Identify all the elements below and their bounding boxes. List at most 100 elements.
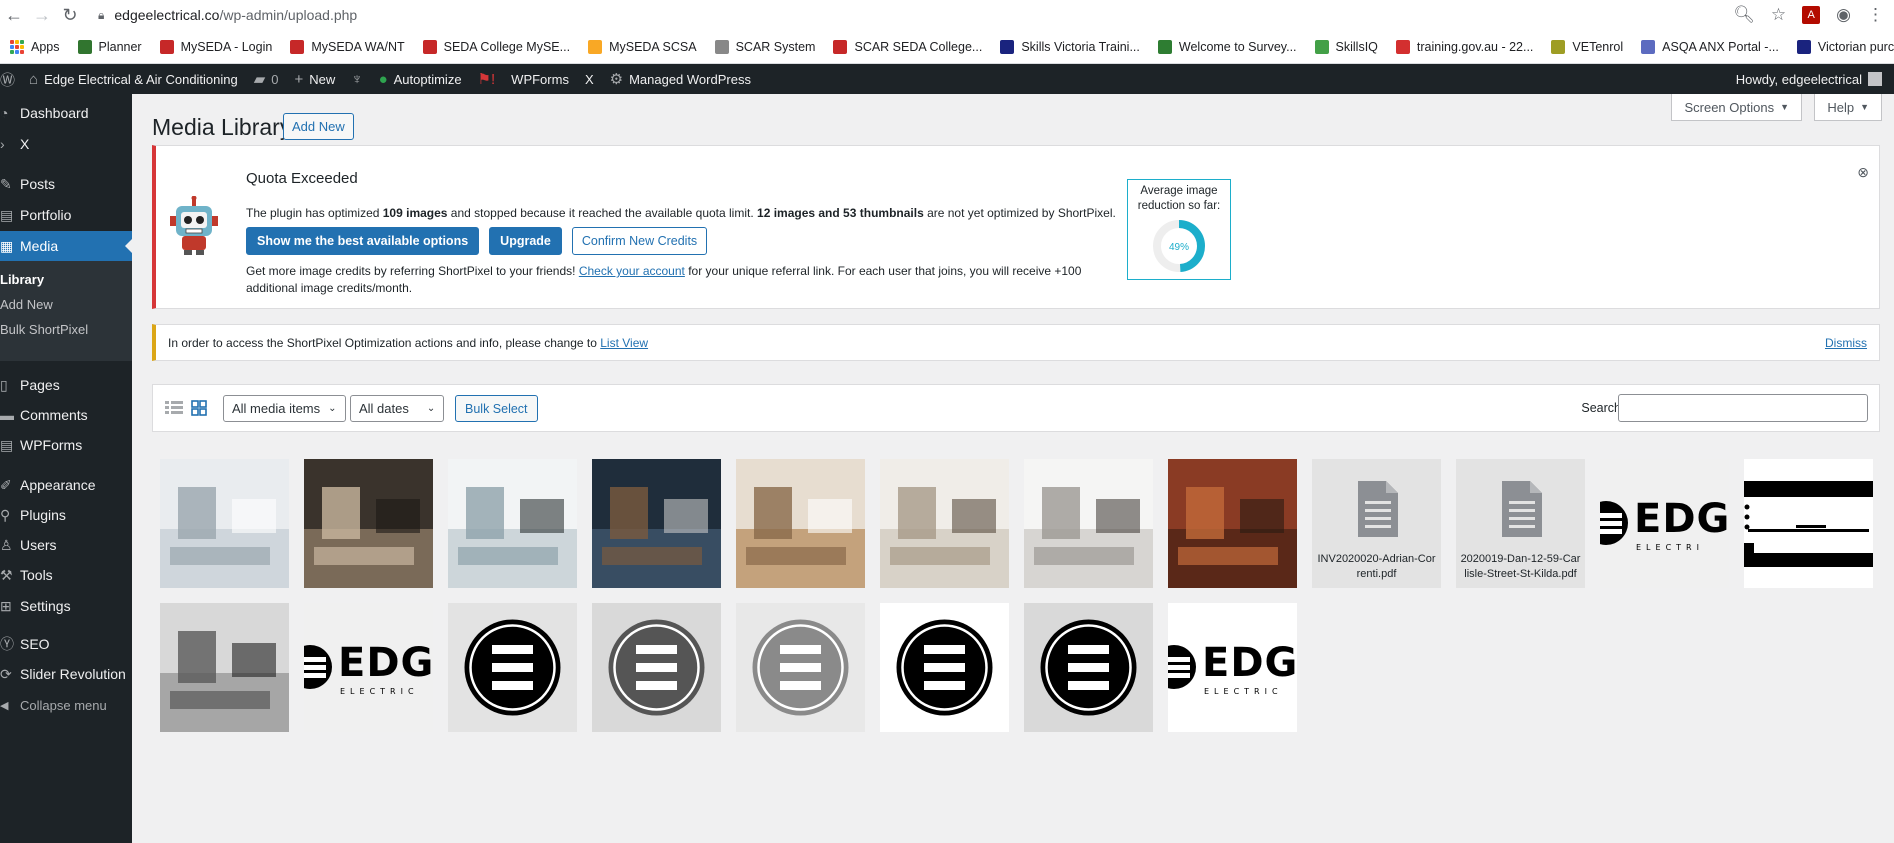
reload-icon[interactable]: ↻ xyxy=(56,1,84,29)
submenu-item-bulk-shortpixel[interactable]: Bulk ShortPixel xyxy=(0,317,132,342)
sidebar-item-slider-revolution[interactable]: ⟳ Slider Revolution xyxy=(0,659,132,689)
media-tile[interactable] xyxy=(304,459,433,588)
sidebar-item-comments[interactable]: ▬ Comments xyxy=(0,400,132,430)
media-tile[interactable]: EDG ELECTRI xyxy=(1600,459,1729,588)
bookmark-item[interactable]: Victorian purchasin... xyxy=(1796,39,1894,54)
favicon-icon xyxy=(1796,39,1811,54)
media-tile[interactable] xyxy=(880,459,1009,588)
bookmark-item[interactable]: Welcome to Survey... xyxy=(1157,39,1297,54)
sidebar-item-posts[interactable]: ✎ Posts xyxy=(0,169,132,199)
sidebar-item-appearance[interactable]: ✐ Appearance xyxy=(0,470,132,500)
date-filter[interactable]: All dates ⌄ xyxy=(350,395,445,422)
bookmark-item[interactable]: MySEDA - Login xyxy=(159,39,272,54)
collapse-menu-button[interactable]: ◀ Collapse menu xyxy=(0,690,132,720)
media-tile[interactable]: EDG ELECTRIC xyxy=(304,603,433,732)
sidebar-item-wpforms[interactable]: ▤ WPForms xyxy=(0,430,132,460)
yoast-icon[interactable]: ♆ xyxy=(343,64,370,94)
sidebar-item-media[interactable]: ▦ Media xyxy=(0,231,132,261)
autoptimize-link[interactable]: ● Autoptimize xyxy=(371,64,470,94)
photo-thumbnail xyxy=(1168,459,1297,588)
x-link[interactable]: X xyxy=(577,64,602,94)
address-bar[interactable]: edgeelectrical.co/wp-admin/upload.php xyxy=(114,7,357,23)
media-tile[interactable] xyxy=(1168,459,1297,588)
help-tab[interactable]: Help ▼ xyxy=(1814,94,1882,121)
shortpixel-alert-icon[interactable]: ⚑! xyxy=(470,64,504,94)
site-name-link[interactable]: ⌂ Edge Electrical & Air Conditioning xyxy=(21,64,246,94)
bookmark-item[interactable]: VETenrol xyxy=(1551,39,1623,54)
new-content-link[interactable]: + New xyxy=(287,64,344,94)
my-account[interactable]: Howdy, edgeelectrical xyxy=(1736,64,1882,94)
media-type-filter[interactable]: All media items ⌄ xyxy=(223,395,346,422)
bookmark-item[interactable]: MySEDA WA/NT xyxy=(290,39,405,54)
media-tile[interactable]: 2020019-Dan-12-59-Carlisle-Street-St-Kil… xyxy=(1456,459,1585,588)
managed-wordpress-link[interactable]: ⚙ Managed WordPress xyxy=(602,64,759,94)
sidebar-item-portfolio[interactable]: ▤ Portfolio xyxy=(0,200,132,230)
submenu-item-add-new[interactable]: Add New xyxy=(0,292,132,317)
media-tile[interactable] xyxy=(1024,603,1153,732)
sidebar-item-settings[interactable]: ⊞ Settings xyxy=(0,591,132,621)
sidebar-item-plugins[interactable]: ⚲ Plugins xyxy=(0,500,132,530)
sidebar-item-users[interactable]: ♙ Users xyxy=(0,530,132,560)
list-view-icon[interactable] xyxy=(165,400,183,416)
media-tile[interactable] xyxy=(592,459,721,588)
media-tile[interactable] xyxy=(448,459,577,588)
media-tile[interactable] xyxy=(160,459,289,588)
close-notice-icon[interactable]: ⊗ xyxy=(1857,164,1869,181)
screen-options-tab[interactable]: Screen Options ▼ xyxy=(1671,94,1802,121)
sidebar-item-dashboard[interactable]: ◔ Dashboard xyxy=(0,98,132,128)
wp-logo-icon[interactable]: Ⓦ xyxy=(0,64,21,94)
media-tile[interactable]: EDG ELECTRIC xyxy=(1168,603,1297,732)
bulk-select-button[interactable]: Bulk Select xyxy=(455,395,538,422)
lock-icon[interactable]: 🔒︎ xyxy=(98,8,104,23)
wpforms-link[interactable]: WPForms xyxy=(503,64,577,94)
quota-text-part: The plugin has optimized xyxy=(246,206,383,220)
media-tile[interactable] xyxy=(736,603,865,732)
media-tile[interactable] xyxy=(736,459,865,588)
media-tile[interactable] xyxy=(880,603,1009,732)
bookmark-label: training.gov.au - 22... xyxy=(1416,39,1534,54)
bookmark-item[interactable]: SCAR SEDA College... xyxy=(833,39,982,54)
sidebar-item-tools[interactable]: ⚒ Tools xyxy=(0,560,132,590)
media-tile[interactable] xyxy=(160,603,289,732)
bookmark-item[interactable]: MySEDA SCSA xyxy=(588,39,697,54)
forward-icon[interactable]: → xyxy=(28,1,56,29)
bookmark-star-icon[interactable]: ☆ xyxy=(1771,5,1786,25)
media-tile[interactable] xyxy=(1024,459,1153,588)
grid-view-icon[interactable] xyxy=(191,400,207,416)
dismiss-link[interactable]: Dismiss xyxy=(1825,336,1867,350)
bookmark-item[interactable]: Planner xyxy=(77,39,142,54)
add-new-button[interactable]: Add New xyxy=(283,113,354,140)
media-type-value: All media items xyxy=(232,401,321,416)
sidebar-item-seo[interactable]: Ⓨ SEO xyxy=(0,629,132,659)
bookmark-item[interactable]: SkillsIQ xyxy=(1314,39,1378,54)
list-view-link[interactable]: List View xyxy=(600,336,648,350)
media-tile[interactable]: INV2020020-Adrian-Correnti.pdf xyxy=(1312,459,1441,588)
upgrade-button[interactable]: Upgrade xyxy=(489,227,562,255)
browser-menu-icon[interactable]: ⋮ xyxy=(1867,5,1884,25)
bookmark-item[interactable]: SEDA College MySE... xyxy=(422,39,570,54)
main-content: Media Library Add New Screen Options ▼ He… xyxy=(132,94,1894,843)
media-tile[interactable] xyxy=(592,603,721,732)
status-dot-icon: ● xyxy=(378,70,388,88)
sidebar-item-x[interactable]: › X xyxy=(0,129,132,159)
list-view-text: In order to access the ShortPixel Optimi… xyxy=(168,336,601,350)
back-icon[interactable]: ← xyxy=(0,1,28,29)
check-account-link[interactable]: Check your account xyxy=(579,264,685,278)
media-tile[interactable] xyxy=(448,603,577,732)
bookmark-item[interactable]: Apps xyxy=(10,39,60,54)
profile-icon[interactable]: ◉ xyxy=(1836,5,1851,25)
pdf-extension-icon[interactable]: A xyxy=(1802,6,1821,24)
bookmark-item[interactable]: ASQA ANX Portal -... xyxy=(1641,39,1779,54)
bookmarks-bar: Apps Planner MySEDA - Login MySEDA WA/NT SED… xyxy=(0,30,1894,64)
search-input[interactable] xyxy=(1618,394,1868,422)
comments-link[interactable]: ▰ 0 xyxy=(246,64,287,94)
bookmark-item[interactable]: SCAR System xyxy=(714,39,815,54)
zoom-icon[interactable]: 🔍︎ xyxy=(1733,5,1755,25)
best-options-button[interactable]: Show me the best available options xyxy=(246,227,480,255)
media-tile[interactable] xyxy=(1744,459,1873,588)
bookmark-item[interactable]: Skills Victoria Traini... xyxy=(1000,39,1140,54)
sidebar-item-pages[interactable]: ▯ Pages xyxy=(0,370,132,400)
bookmark-item[interactable]: training.gov.au - 22... xyxy=(1395,39,1534,54)
confirm-credits-button[interactable]: Confirm New Credits xyxy=(571,227,708,255)
submenu-item-library[interactable]: Library xyxy=(0,267,132,292)
